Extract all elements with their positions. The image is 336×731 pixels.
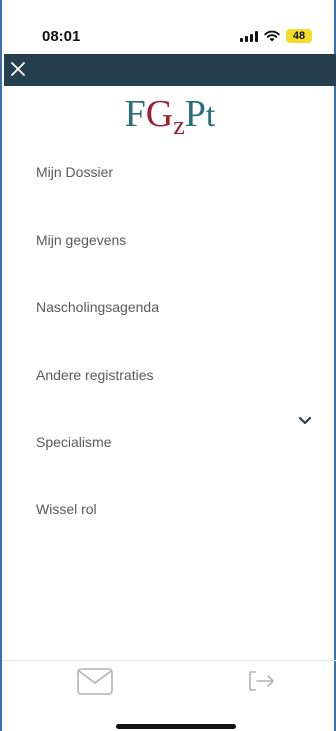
wifi-icon xyxy=(264,30,280,42)
status-indicators: 48 xyxy=(240,29,312,43)
fgzpt-logo: FGzPt xyxy=(124,93,216,140)
menu-item-mijn-gegevens[interactable]: Mijn gegevens xyxy=(36,232,126,248)
app-frame: 08:01 48 FGzPt Mijn Dossier Mijn gegeven… xyxy=(0,0,336,731)
status-bar: 08:01 48 xyxy=(2,0,336,54)
battery-indicator: 48 xyxy=(286,29,312,43)
mail-icon[interactable] xyxy=(77,668,113,695)
close-icon[interactable] xyxy=(8,59,28,79)
footer-divider xyxy=(4,660,336,661)
menu-item-andere-registraties[interactable]: Andere registraties xyxy=(36,367,154,383)
status-time: 08:01 xyxy=(42,28,81,45)
menu-item-mijn-dossier[interactable]: Mijn Dossier xyxy=(36,164,113,180)
menu-header xyxy=(4,54,336,86)
logout-icon[interactable] xyxy=(248,670,276,692)
home-indicator xyxy=(116,724,236,729)
menu-item-nascholingsagenda[interactable]: Nascholingsagenda xyxy=(36,299,159,315)
chevron-down-icon[interactable] xyxy=(298,416,312,426)
menu-item-wissel-rol[interactable]: Wissel rol xyxy=(36,501,97,517)
menu-item-specialisme[interactable]: Specialisme xyxy=(36,434,111,450)
cellular-signal-icon xyxy=(240,30,258,42)
